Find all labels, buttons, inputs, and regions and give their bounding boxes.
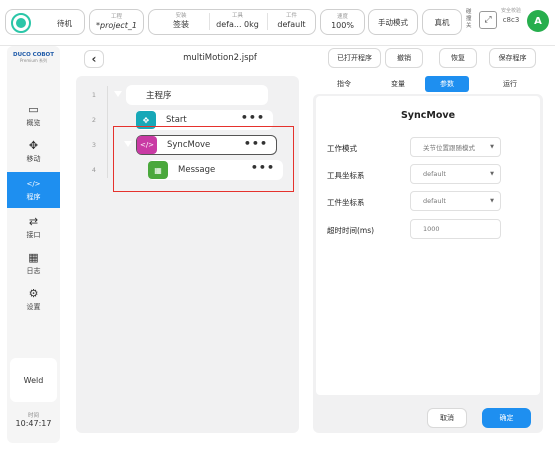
real-machine-button[interactable]: 真机	[422, 9, 462, 35]
tree-gutter-line	[107, 86, 108, 178]
time-value: 10:47:17	[15, 419, 52, 428]
node-label: 主程序	[146, 91, 172, 101]
project-value: *project_1	[95, 20, 138, 30]
line-number: 4	[91, 166, 97, 174]
sidebar-item-label: 移动	[26, 155, 41, 163]
workpiece-frame-select[interactable]: default ▼	[410, 191, 501, 211]
field-label: 超时时间(ms)	[327, 226, 375, 235]
workpiece-value: default	[277, 20, 306, 29]
caret-down-icon: ▼	[490, 198, 494, 204]
tab-command[interactable]: 指令	[329, 76, 359, 92]
sidebar-item-interface[interactable]: ⇄ 接口	[7, 210, 60, 246]
logo-subtitle: Premium 系列	[19, 58, 48, 63]
robot-status-button[interactable]: 待机	[5, 9, 85, 35]
tool-selector[interactable]: 工具 defa... 0kg	[209, 13, 265, 30]
speed-value: 100%	[331, 20, 354, 30]
more-icon[interactable]: •••	[241, 111, 265, 124]
logo: DUCO COBOT Premium 系列	[7, 52, 60, 64]
install-value: 签装	[173, 20, 189, 29]
install-label: 安装	[175, 13, 187, 19]
sidebar-item-label: 设置	[26, 303, 41, 311]
mode-label: 待机	[57, 19, 72, 28]
line-number: 1	[91, 91, 97, 99]
select-value: default	[423, 197, 446, 205]
project-label: 工程	[110, 13, 122, 20]
sidebar-item-move[interactable]: ✥ 移动	[7, 134, 60, 170]
back-button[interactable]: ‹	[84, 50, 104, 68]
safety-checksum: 安全校验 c8c3	[499, 8, 523, 25]
time-label: 时间	[27, 413, 39, 419]
work-mode-select[interactable]: 关节位置跟随模式 ▼	[410, 137, 501, 157]
cancel-button[interactable]: 取消	[427, 408, 467, 428]
project-selector[interactable]: 工程 *project_1	[89, 9, 144, 35]
speed-control[interactable]: 速度 100%	[320, 9, 365, 35]
sidebar: DUCO COBOT Premium 系列 ▭ 概览 ✥ 移动 </> 程序 ⇄…	[7, 46, 60, 443]
gear-icon: ⚙	[28, 287, 39, 300]
field-label: 工具坐标系	[327, 171, 365, 180]
collision-toggle[interactable]: 碰撞关	[466, 9, 476, 30]
caret-down-icon: ▼	[490, 171, 494, 177]
collapse-triangle-icon[interactable]	[114, 91, 122, 97]
swap-icon: ⇄	[28, 215, 39, 228]
safety-value: c8c3	[502, 16, 520, 24]
user-avatar[interactable]: A	[527, 10, 549, 32]
top-bar: 待机 工程 *project_1 安装 签装 工具 defa... 0kg 工件…	[0, 0, 555, 46]
params-title: SyncMove	[400, 110, 456, 121]
clock: 时间 10:47:17	[7, 411, 60, 428]
tree-node-main[interactable]: 主程序	[126, 85, 268, 105]
sidebar-item-log[interactable]: ▦ 日志	[7, 246, 60, 282]
speed-label: 速度	[336, 13, 348, 20]
program-filename: multiMotion2.jspf	[183, 53, 257, 63]
field-label: 工件坐标系	[327, 198, 365, 207]
field-label: 工作模式	[327, 144, 357, 153]
sidebar-item-label: 概览	[26, 119, 41, 127]
confirm-button[interactable]: 确定	[482, 408, 531, 428]
weld-plugin-button[interactable]: Weld	[10, 358, 57, 402]
safety-label: 安全校验	[500, 8, 521, 14]
workpiece-selector[interactable]: 工件 default	[267, 13, 315, 30]
install-selector[interactable]: 安装 签装	[155, 13, 207, 30]
move-arrows-icon: ✥	[28, 139, 39, 152]
tab-bar: 指令 变量 参数 运行	[313, 76, 543, 92]
tool-frame-select[interactable]: default ▼	[410, 164, 501, 184]
config-group: 安装 签装 工具 defa... 0kg 工件 default	[148, 9, 316, 35]
redo-button[interactable]: 恢复	[439, 48, 477, 68]
monitor-icon: ▭	[28, 103, 39, 116]
select-value: default	[423, 170, 446, 178]
sidebar-item-label: 日志	[26, 267, 41, 275]
sidebar-item-settings[interactable]: ⚙ 设置	[7, 282, 60, 318]
manual-mode-button[interactable]: 手动模式	[368, 9, 418, 35]
undo-button[interactable]: 撤销	[385, 48, 423, 68]
code-icon: </>	[26, 180, 41, 188]
sidebar-item-program[interactable]: </> 程序	[7, 172, 60, 208]
line-number: 3	[91, 141, 97, 149]
select-value: 关节位置跟随模式	[423, 144, 475, 152]
status-lamp-icon	[11, 13, 31, 33]
workpiece-label: 工件	[285, 13, 297, 19]
back-icon: ‹	[91, 52, 97, 66]
sidebar-item-overview[interactable]: ▭ 概览	[7, 98, 60, 134]
calendar-icon: ▦	[28, 251, 39, 264]
input-value: 1000	[423, 225, 440, 233]
timeout-input[interactable]: 1000	[410, 219, 501, 239]
sidebar-item-label: 接口	[26, 231, 41, 239]
tab-params[interactable]: 参数	[425, 76, 469, 92]
sidebar-item-label: 程序	[26, 193, 41, 201]
save-program-button[interactable]: 保存程序	[489, 48, 536, 68]
node-label: Start	[166, 115, 187, 125]
fullscreen-icon[interactable]: ⤢	[479, 11, 497, 29]
tab-run[interactable]: 运行	[495, 76, 525, 92]
opened-programs-button[interactable]: 已打开程序	[328, 48, 381, 68]
line-number: 2	[91, 116, 97, 124]
caret-down-icon: ▼	[490, 144, 494, 150]
tab-variable[interactable]: 变量	[383, 76, 413, 92]
tool-value: defa... 0kg	[216, 20, 259, 29]
tool-label: 工具	[231, 13, 243, 19]
highlight-box	[113, 126, 294, 192]
